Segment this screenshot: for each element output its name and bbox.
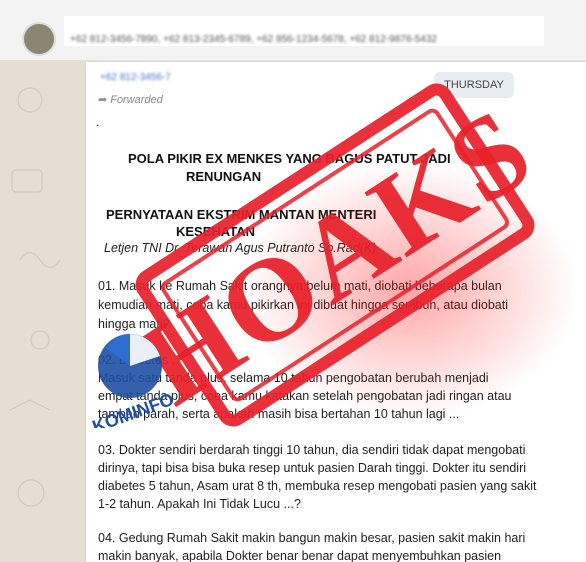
chat-window: +62 812-3456-7890, +62 813-2345-6789, +6… [0,0,586,562]
hoaks-stamp: HOAKS [117,83,554,430]
kominfo-logo: KOMINFO [90,334,176,428]
